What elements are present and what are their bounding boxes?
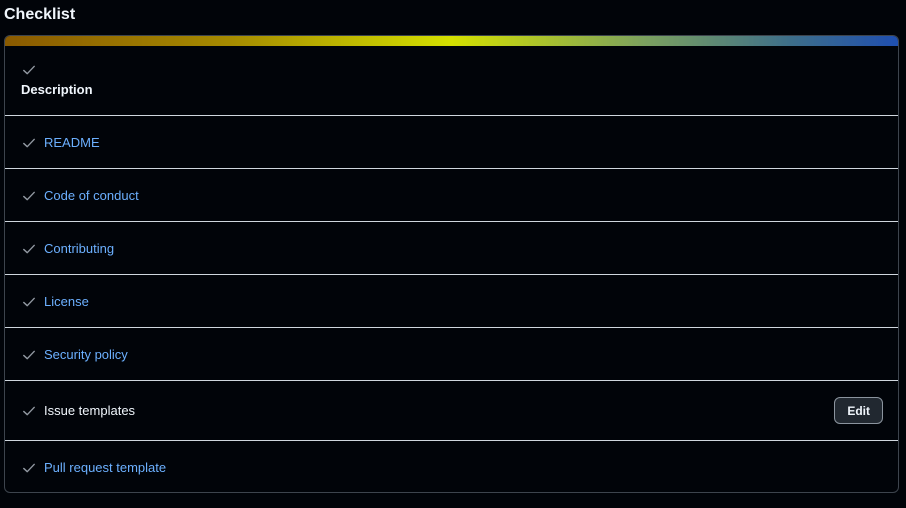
check-icon (22, 348, 36, 362)
check-icon (22, 63, 36, 77)
edit-issue-templates-button[interactable]: Edit (834, 397, 883, 424)
checklist-title: Checklist (4, 6, 76, 23)
description-label: Description (21, 82, 93, 97)
code-of-conduct-link[interactable]: Code of conduct (44, 188, 139, 203)
progress-bar (5, 36, 898, 46)
checklist-item-pull-request-template: Pull request template (5, 441, 898, 492)
checklist-item-description: Description (5, 46, 898, 116)
checklist-item-security-policy: Security policy (5, 328, 898, 381)
check-icon (22, 189, 36, 203)
checklist-item-license: License (5, 275, 898, 328)
check-icon (22, 461, 36, 475)
checklist-item-contributing: Contributing (5, 222, 898, 275)
readme-link[interactable]: README (44, 135, 100, 150)
license-link[interactable]: License (44, 294, 89, 309)
security-policy-link[interactable]: Security policy (44, 347, 128, 362)
checklist-card: Description README Code of conduct Contr… (4, 35, 899, 493)
check-icon (22, 295, 36, 309)
checklist-item-issue-templates: Issue templates Edit (5, 381, 898, 441)
checklist-item-code-of-conduct: Code of conduct (5, 169, 898, 222)
check-icon (22, 136, 36, 150)
contributing-link[interactable]: Contributing (44, 241, 114, 256)
check-icon (22, 242, 36, 256)
checklist-item-readme: README (5, 116, 898, 169)
pull-request-template-link[interactable]: Pull request template (44, 460, 166, 475)
issue-templates-label: Issue templates (44, 403, 136, 418)
check-icon (22, 404, 36, 418)
